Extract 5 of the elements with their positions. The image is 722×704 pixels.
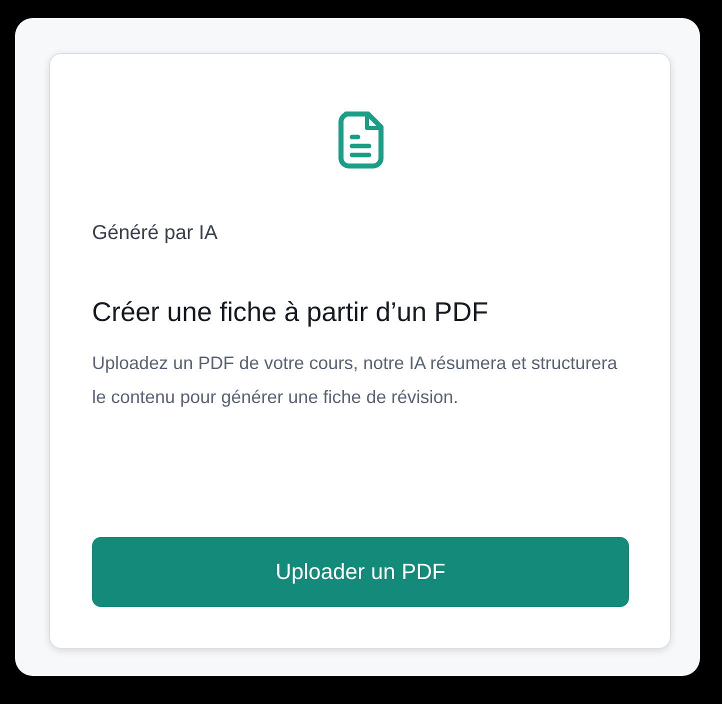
card-tag: Généré par IA	[92, 222, 629, 245]
card-title: Créer une fiche à partir d’un PDF	[92, 297, 490, 328]
upload-button[interactable]: Uploader un PDF	[92, 537, 629, 607]
document-icon	[336, 110, 386, 170]
card-description: Uploadez un PDF de votre cours, notre IA résumera et structurera le contenu pour générer une fiche de révision.	[92, 352, 618, 409]
